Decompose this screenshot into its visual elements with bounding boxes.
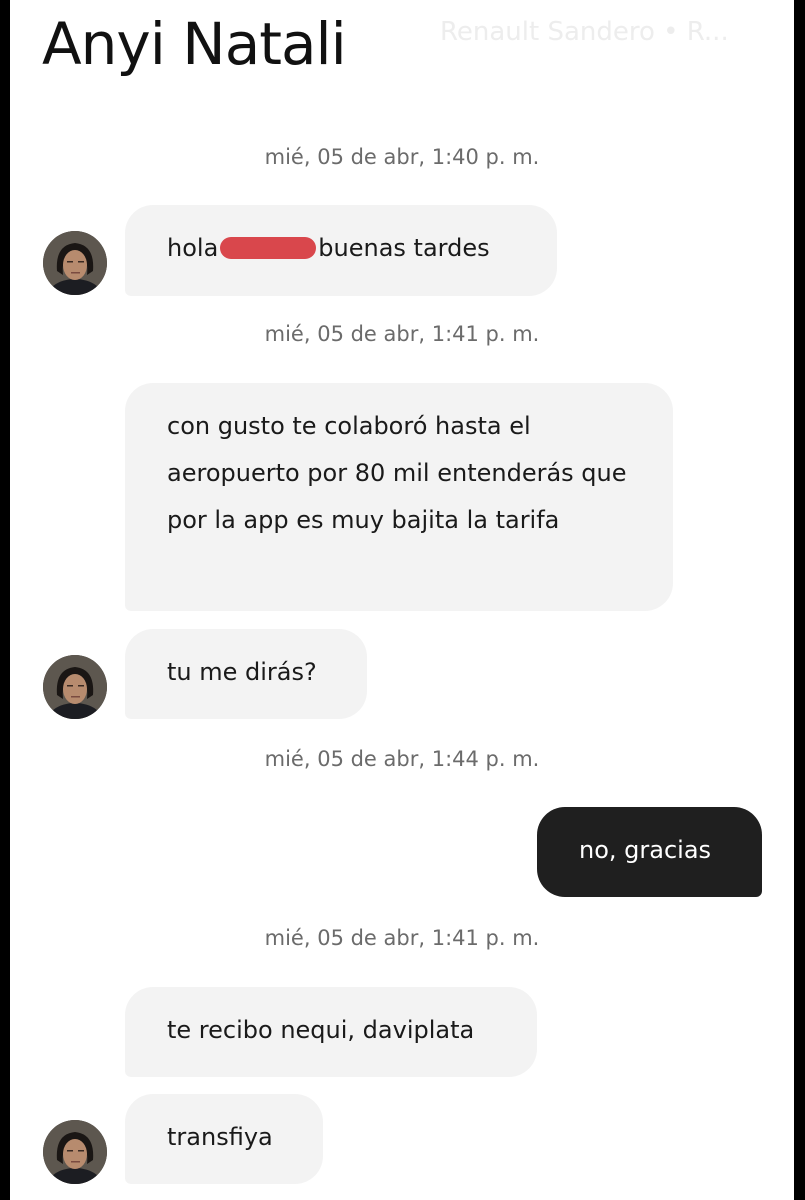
vehicle-info: Renault Sandero • R...	[440, 17, 729, 47]
message-text: hola	[167, 234, 219, 262]
message-text: no, gracias	[579, 836, 712, 864]
message-timestamp: mié, 05 de abr, 1:41 p. m.	[264, 926, 540, 950]
avatar[interactable]	[43, 231, 107, 295]
driver-photo-icon	[43, 231, 107, 295]
sent-message-bubble[interactable]: no, gracias	[537, 807, 762, 897]
message-bubble[interactable]: hola buenas tardes	[125, 205, 557, 296]
message-bubble[interactable]: te recibo nequi, daviplata	[125, 987, 537, 1077]
message-text: con gusto te colaboró hasta el aeropuert…	[167, 412, 627, 534]
message-timestamp: mié, 05 de abr, 1:44 p. m.	[264, 747, 540, 771]
driver-photo-icon	[43, 1120, 107, 1184]
message-text: transfiya	[167, 1123, 273, 1151]
message-text: buenas tardes	[318, 234, 490, 262]
message-bubble[interactable]: tu me dirás?	[125, 629, 367, 719]
driver-photo-icon	[43, 655, 107, 719]
message-timestamp: mié, 05 de abr, 1:40 p. m.	[264, 145, 540, 169]
redacted-name	[220, 237, 317, 259]
chat-screen: Anyi Natali Renault Sandero • R... mié, …	[10, 0, 794, 1200]
message-bubble[interactable]: transfiya	[125, 1094, 323, 1184]
message-timestamp: mié, 05 de abr, 1:41 p. m.	[264, 322, 540, 346]
message-bubble[interactable]: con gusto te colaboró hasta el aeropuert…	[125, 383, 673, 611]
avatar[interactable]	[43, 1120, 107, 1184]
message-text: te recibo nequi, daviplata	[167, 1016, 475, 1044]
message-text: tu me dirás?	[167, 658, 317, 686]
contact-name: Anyi Natali	[42, 10, 347, 78]
avatar[interactable]	[43, 655, 107, 719]
